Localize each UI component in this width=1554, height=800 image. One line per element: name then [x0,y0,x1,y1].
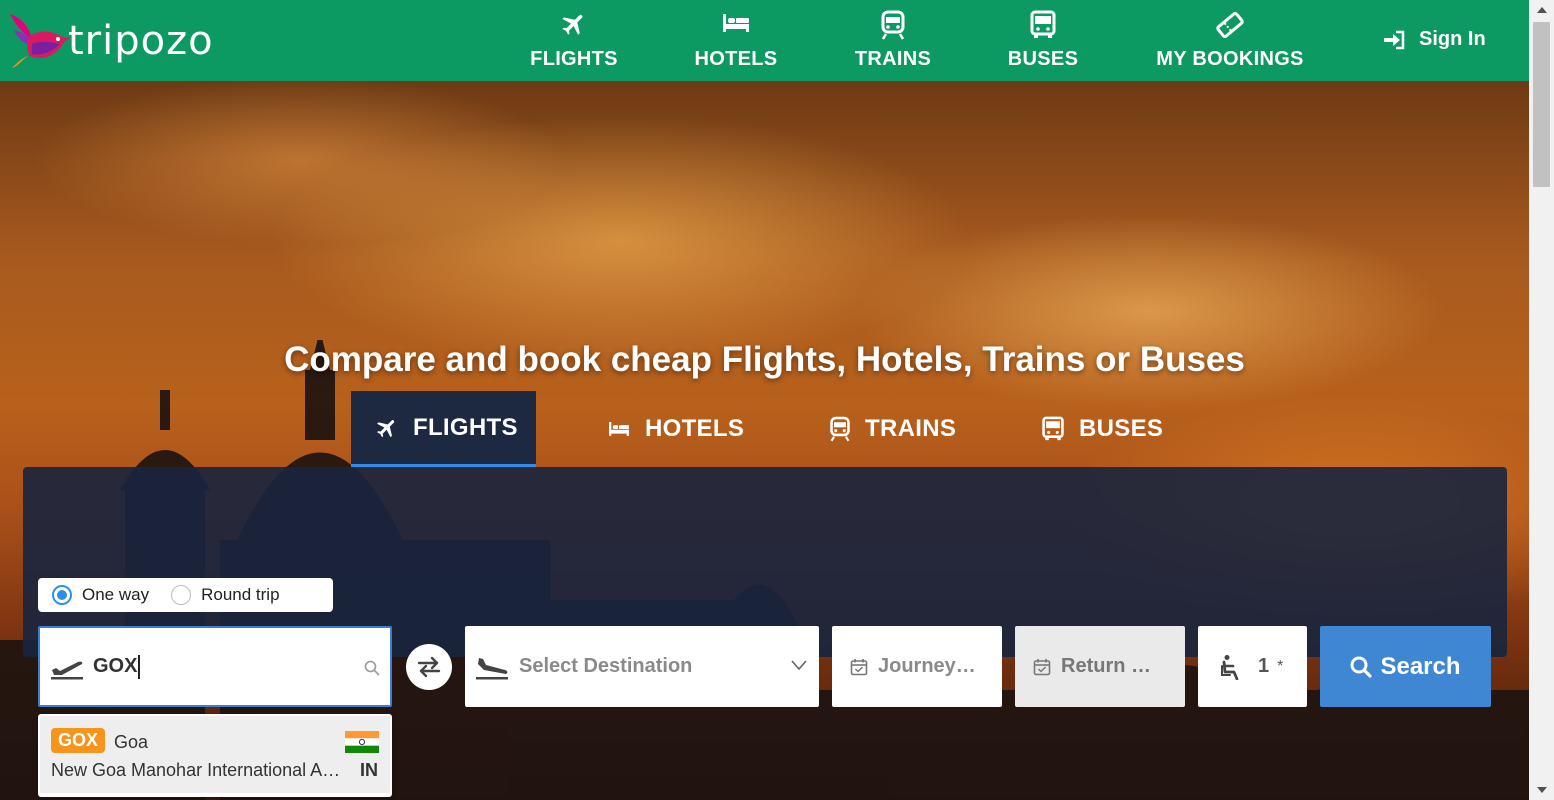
required-mark: * [1277,657,1284,675]
one-way-radio-dot[interactable] [52,585,72,605]
train-icon [830,416,850,442]
nav-my-bookings[interactable]: MY BOOKINGS [1150,0,1310,81]
scroll-down-arrow-icon[interactable] [1529,780,1554,800]
landing-icon [476,657,508,679]
text-caret [138,654,140,679]
one-way-radio[interactable]: One way [52,585,149,605]
journey-date-input[interactable]: Journey… [832,626,1002,707]
swap-icon [417,656,441,678]
nav-flights[interactable]: FLIGHTS [524,0,624,81]
nav-my-bookings-label: MY BOOKINGS [1156,48,1304,70]
nav-hotels[interactable]: HOTELS [690,0,782,81]
scrollbar-thumb[interactable] [1533,22,1550,187]
india-flag-icon [345,731,379,753]
search-icon [364,660,380,676]
tab-hotels-label: HOTELS [645,415,745,442]
airport-city: Goa [114,732,149,752]
return-date-placeholder: Return … [1061,655,1151,677]
return-date-input[interactable]: Return … [1015,626,1185,707]
top-navbar: tripozo FLIGHTS HOTELS TRAINS BUSES MY B… [0,0,1529,81]
tab-trains[interactable]: TRAINS [829,391,956,467]
calendar-icon [1033,658,1051,675]
airport-suggestions-dropdown: GOX Goa New Goa Manohar International Ai… [38,714,392,797]
calendar-icon [850,658,868,675]
round-trip-radio[interactable]: Round trip [171,585,280,605]
source-airport-value[interactable]: GOX [93,655,137,678]
airport-country: IN [360,760,378,780]
airport-name: New Goa Manohar International Airport [51,760,341,780]
train-icon [881,10,905,40]
plane-icon [377,419,395,437]
search-button[interactable]: Search [1320,626,1491,707]
tab-flights-label: FLIGHTS [413,413,518,441]
scroll-up-arrow-icon[interactable] [1529,0,1554,20]
ticket-icon [1216,12,1244,38]
airport-code-badge: GOX [51,728,106,753]
bus-icon [1030,10,1056,38]
trip-type-selector: One way Round trip [38,578,333,612]
airport-suggestion-item[interactable]: GOX Goa New Goa Manohar International Ai… [40,716,390,793]
bed-icon [723,14,749,32]
brand-logo[interactable]: tripozo [8,10,248,72]
passenger-count-value[interactable]: 1 [1258,655,1269,678]
one-way-label: One way [82,585,150,604]
bed-icon [609,422,629,436]
chevron-down-icon[interactable] [791,659,807,671]
tab-buses-label: BUSES [1079,415,1164,442]
seat-icon [1221,654,1239,680]
bus-icon [1042,416,1064,441]
plane-icon [562,14,583,35]
tab-flights[interactable]: FLIGHTS [351,391,536,467]
search-button-label: Search [1380,652,1461,680]
brand-name: tripozo [68,18,214,64]
tab-trains-label: TRAINS [865,415,957,442]
tab-buses[interactable]: BUSES [1041,391,1163,467]
sign-in-button[interactable]: Sign In [1383,28,1486,51]
nav-buses-label: BUSES [1007,48,1079,70]
search-icon [1350,656,1373,678]
nav-buses[interactable]: BUSES [1002,0,1084,81]
nav-hotels-label: HOTELS [694,48,778,70]
nav-trains[interactable]: TRAINS [850,0,936,81]
sign-in-icon [1384,30,1405,49]
page-scrollbar[interactable] [1529,0,1554,800]
swap-airports-button[interactable] [406,644,452,690]
sign-in-label: Sign In [1419,28,1486,50]
nav-flights-label: FLIGHTS [530,48,618,70]
source-airport-input[interactable]: GOX [38,626,392,707]
destination-placeholder: Select Destination [519,655,693,677]
takeoff-icon [51,661,83,679]
passenger-count-input[interactable]: 1 * [1198,626,1307,707]
hummingbird-logo-icon [10,14,72,68]
hero-tagline: Compare and book cheap Flights, Hotels, … [284,340,1245,379]
destination-airport-input[interactable]: Select Destination [465,626,819,707]
tab-hotels[interactable]: HOTELS [607,391,744,467]
round-trip-radio-dot[interactable] [171,585,192,605]
round-trip-label: Round trip [201,585,280,604]
nav-trains-label: TRAINS [854,48,932,70]
journey-date-placeholder: Journey… [878,655,976,677]
